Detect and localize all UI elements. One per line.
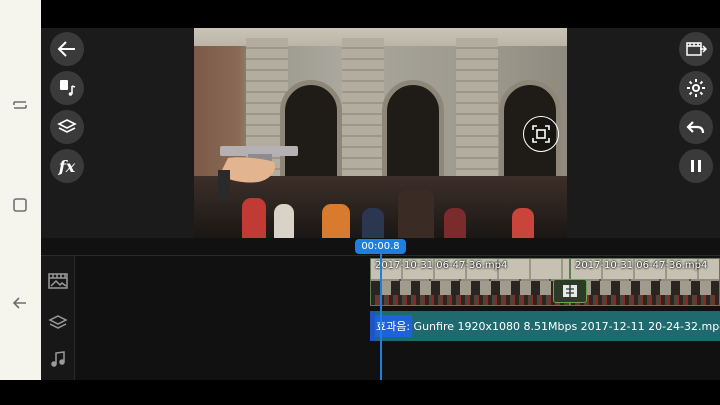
track-icons [41, 256, 75, 380]
video-preview[interactable] [194, 28, 567, 238]
preview-person [242, 198, 266, 238]
back-arrow-button[interactable] [50, 32, 84, 66]
undo-icon [686, 121, 705, 134]
back-arrow-icon [57, 41, 75, 57]
current-time-badge: 00:00.8 [355, 239, 406, 254]
fx-icon: fx [58, 156, 76, 176]
left-tool-panel: fx [41, 28, 194, 238]
video-track-icon [48, 271, 68, 291]
transition-button[interactable] [553, 279, 587, 303]
back-icon[interactable] [8, 291, 32, 315]
audio-clip-label: 효과음: Gunfire 1920x1080 8.51Mbps 2017-12-… [376, 320, 720, 333]
media-audio-icon [60, 80, 76, 96]
fullscreen-icon [532, 125, 550, 143]
layers-button[interactable] [50, 110, 84, 144]
pause-button[interactable] [679, 149, 713, 183]
clip-thumbnail [571, 295, 719, 305]
bottom-bar [0, 380, 720, 405]
home-icon[interactable] [8, 193, 32, 217]
clip-thumbnail [371, 295, 569, 305]
video-clip[interactable]: 2017-10-31 06-47-36.mp4 [370, 258, 570, 306]
preview-person [398, 190, 434, 238]
video-clip-label: 2017-10-31 06-47-36.mp4 [575, 260, 708, 271]
preview-person [322, 204, 350, 238]
media-browser-button[interactable] [50, 71, 84, 105]
playhead[interactable] [380, 253, 382, 380]
settings-gear-icon [687, 79, 705, 97]
preview-person [444, 208, 466, 238]
audio-track-icon [48, 349, 68, 369]
effects-button[interactable]: fx [50, 149, 84, 183]
fullscreen-button[interactable] [523, 116, 559, 152]
export-icon [686, 42, 707, 56]
audio-trim-handle[interactable] [370, 311, 375, 341]
pause-icon [691, 160, 701, 172]
video-clip-label: 2017-10-31 06-47-36.mp4 [375, 260, 508, 271]
audio-track[interactable]: 효과음: Gunfire 1920x1080 8.51Mbps 2017-12-… [370, 311, 720, 341]
timeline[interactable]: 00:00.8 2017-10-31 06-47-36.mp4 2017-10-… [41, 238, 720, 380]
layer-track-icon [48, 313, 68, 333]
gun-sticker [218, 146, 298, 200]
video-track[interactable]: 2017-10-31 06-47-36.mp4 2017-10-31 06-47… [370, 258, 720, 306]
video-clip[interactable]: 2017-10-31 06-47-36.mp4 [570, 258, 720, 306]
settings-button[interactable] [679, 71, 713, 105]
preview-person [362, 208, 384, 238]
right-tool-panel [567, 28, 720, 238]
layers-icon [57, 119, 77, 133]
system-nav-bar [0, 0, 41, 380]
preview-person [512, 208, 534, 238]
export-button[interactable] [679, 32, 713, 66]
preview-person [274, 204, 294, 238]
recents-icon[interactable] [8, 93, 32, 117]
transition-icon [563, 285, 577, 297]
undo-button[interactable] [679, 110, 713, 144]
